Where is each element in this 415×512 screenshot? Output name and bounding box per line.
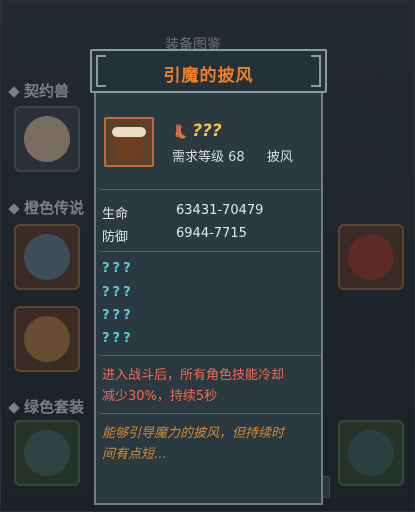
slot-type: 披风 [266, 150, 293, 165]
orange-slot-2[interactable] [14, 306, 80, 372]
diamond-icon [8, 85, 20, 98]
item-name-row: 👢??? [172, 121, 222, 141]
helmet-art [24, 430, 70, 476]
unknown-affix: ??? [102, 331, 134, 346]
item-name: ??? [192, 121, 222, 141]
item-title: 引魔的披风 [163, 66, 254, 86]
unknown-affix: ??? [102, 285, 134, 300]
green-slot-2[interactable] [338, 420, 404, 486]
set-effect: 进入战斗后，所有角色技能冷却 减少30%，持续5秒 [102, 365, 316, 407]
effect-line: 进入战斗后，所有角色技能冷却 [102, 368, 285, 383]
beast-slot[interactable] [14, 106, 80, 172]
boot-icon: 👢 [172, 125, 189, 140]
unknown-affix: ??? [102, 261, 134, 276]
staff-art [348, 234, 394, 280]
section-label: 橙色传说 [24, 199, 85, 217]
item-tooltip: 引魔的披风 👢??? 需求等级 68 披风 生命 63431-70479 防御 … [90, 49, 327, 505]
stat-label-hp: 生命 [102, 207, 129, 222]
requirement-level: 68 [228, 150, 245, 165]
desc-line: 间有点短… [102, 447, 168, 462]
section-orange-legend: 橙色传说 [8, 197, 85, 218]
divider [100, 413, 321, 414]
tooltip-header: 引魔的披风 [90, 49, 327, 93]
weapon-art [24, 234, 70, 280]
section-green-set: 绿色套装 [8, 396, 85, 417]
divider [100, 189, 321, 190]
section-contract-beast: 契约兽 [8, 80, 70, 101]
green-slot-1[interactable] [14, 420, 80, 486]
fur-collar [112, 127, 146, 137]
unknown-affix: ??? [102, 308, 134, 323]
effect-line: 减少30%，持续5秒 [102, 389, 218, 404]
stat-label-def: 防御 [102, 230, 129, 245]
divider [100, 355, 321, 356]
stat-value-hp: 63431-70479 [176, 203, 264, 218]
divider [100, 251, 321, 252]
requirement-row: 需求等级 68 披风 [172, 146, 293, 165]
stat-value-def: 6944-7715 [176, 226, 247, 241]
cape-icon [104, 117, 154, 167]
requirement-label: 需求等级 [172, 150, 225, 165]
flavor-text: 能够引导魔力的披风，但持续时 间有点短… [102, 423, 316, 465]
desc-line: 能够引导魔力的披风，但持续时 [102, 426, 285, 441]
diamond-icon [8, 202, 20, 215]
orange-slot-1[interactable] [14, 224, 80, 290]
section-label: 契约兽 [24, 82, 70, 100]
ring-art [24, 316, 70, 362]
tooltip-body: 👢??? 需求等级 68 披风 生命 63431-70479 防御 6944-7… [94, 93, 323, 505]
section-label: 绿色套装 [24, 398, 85, 416]
armor-art [348, 430, 394, 476]
beast-art [24, 116, 70, 162]
orange-slot-3[interactable] [338, 224, 404, 290]
diamond-icon [8, 401, 20, 414]
